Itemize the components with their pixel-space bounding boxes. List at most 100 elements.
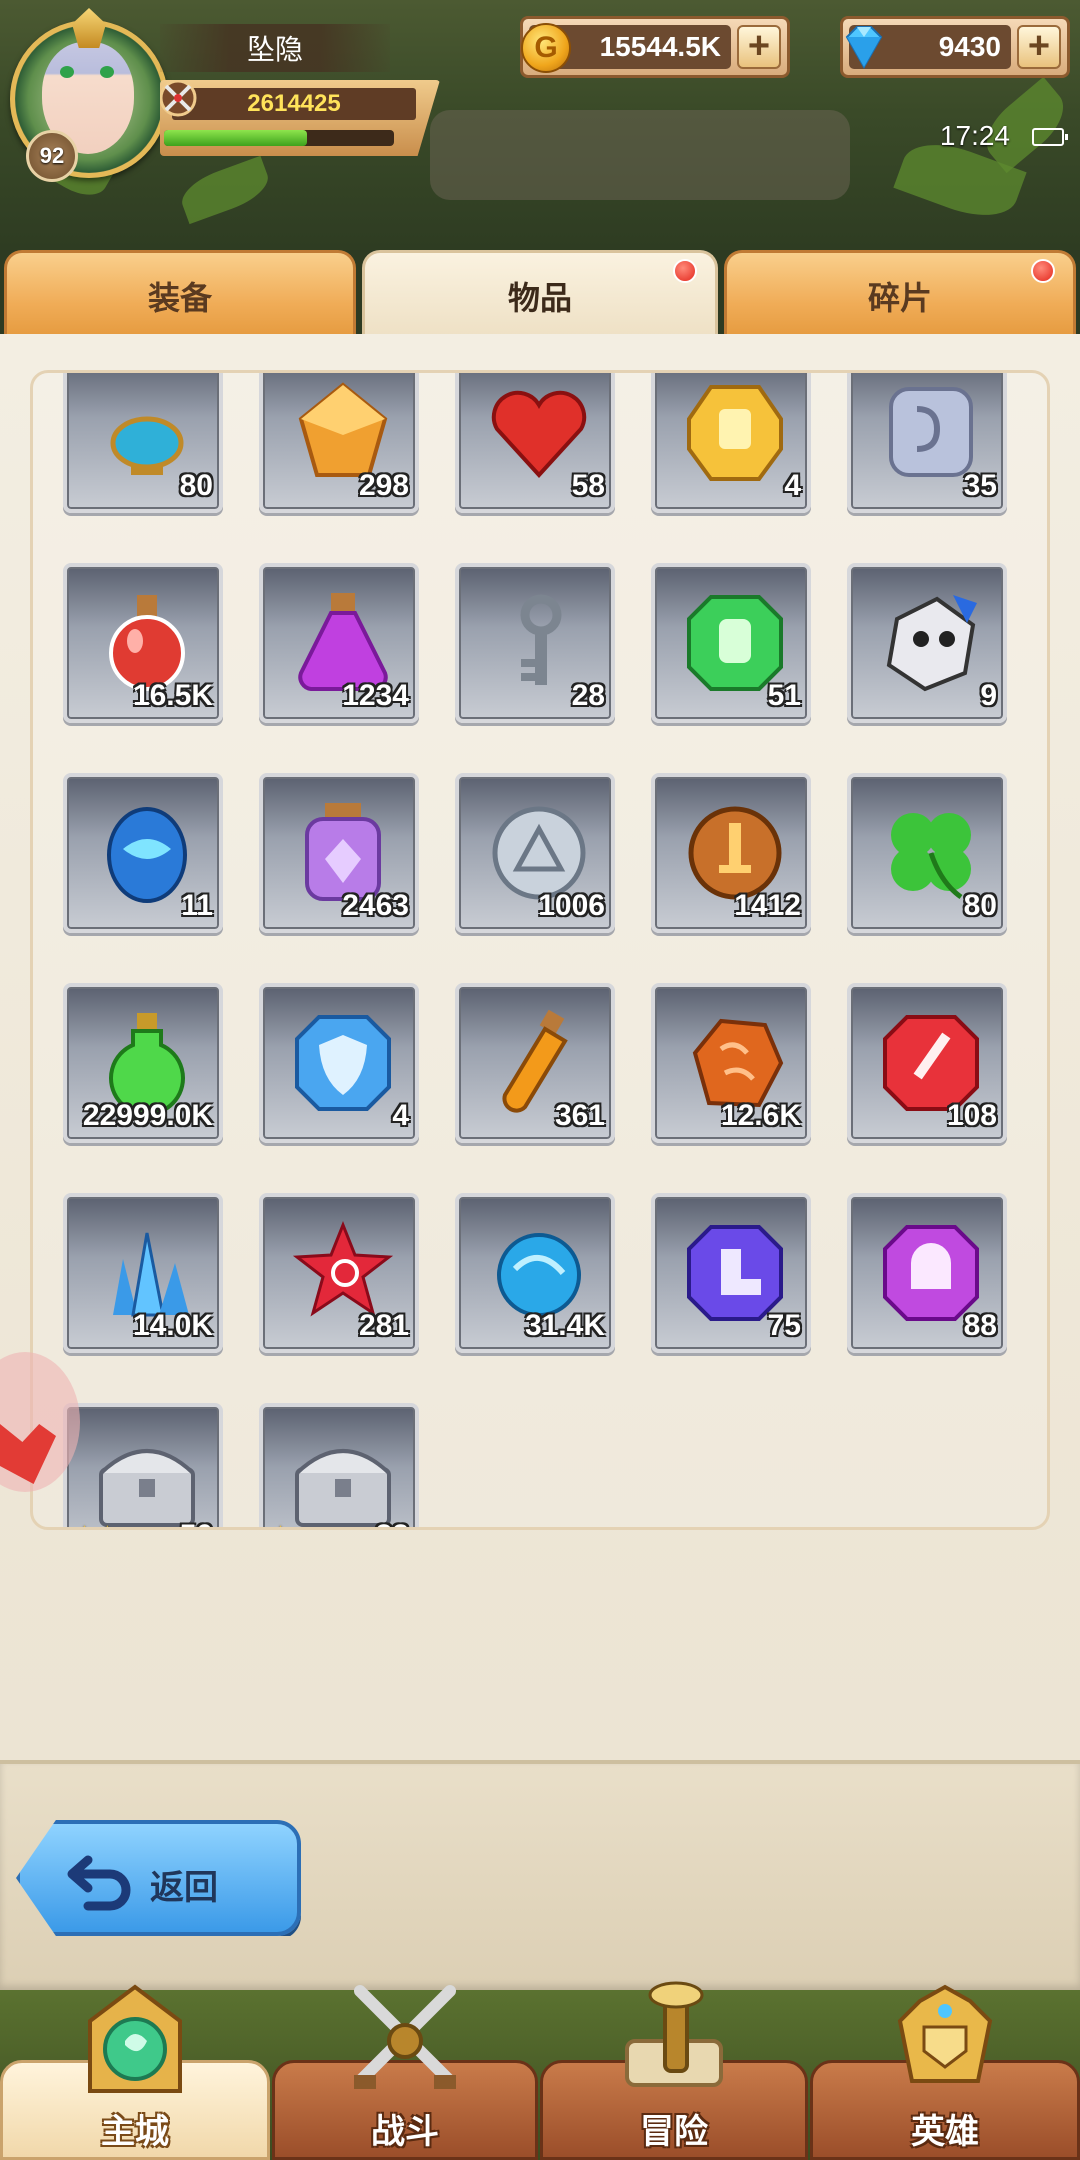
silver-chest-icon: [295, 1449, 391, 1527]
tab-fragments[interactable]: 碎片: [724, 250, 1076, 338]
add-gold-button[interactable]: +: [737, 25, 781, 69]
exp-bar: [164, 130, 394, 146]
top-header: 92 坠隐 2614425 15544.5K G + 9430 + 17:24: [0, 0, 1080, 250]
inventory-item-slot[interactable]: 16.5K: [63, 563, 223, 723]
item-count: 35: [963, 469, 997, 502]
item-count: 361: [554, 1099, 605, 1132]
combat-power-value: 2614425: [172, 88, 416, 120]
item-count: 2463: [342, 889, 409, 922]
nav-battle[interactable]: 战斗: [272, 1985, 538, 2160]
item-grid-frame[interactable]: 80 298 58 4 35 16.5K 1234 28 51 9 11 2463 1006 1412 80…: [30, 370, 1050, 1530]
skull-dice-icon: [886, 595, 977, 692]
gold-counter: 15544.5K G +: [520, 16, 790, 78]
combat-power-bar: 2614425: [160, 80, 440, 156]
back-button[interactable]: 返回: [16, 1820, 301, 1936]
item-count: 58: [571, 469, 605, 502]
gold-armor-gem-icon: [687, 385, 783, 481]
nav-label: 英雄: [911, 2113, 979, 2151]
add-gems-button[interactable]: +: [1017, 25, 1061, 69]
inventory-item-slot[interactable]: 31.4K: [455, 1193, 615, 1353]
tab-label: 装备: [147, 279, 212, 316]
stone-wall: [430, 110, 850, 200]
scroll-map-icon: [625, 1981, 723, 2087]
inventory-item-slot[interactable]: 11: [63, 773, 223, 933]
gold-coin-icon: G: [521, 23, 571, 73]
player-name: 坠隐: [160, 24, 390, 72]
item-count: 75: [767, 1309, 801, 1342]
item-count: 80: [963, 889, 997, 922]
nav-adventure[interactable]: 冒险: [540, 1981, 808, 2160]
inventory-item-slot[interactable]: 14.0K: [63, 1193, 223, 1353]
inventory-item-slot[interactable]: 12.6K: [651, 983, 811, 1143]
inventory-item-slot[interactable]: 4: [259, 983, 419, 1143]
blue-diamond-icon: [845, 26, 883, 70]
inventory-item-slot[interactable]: 1006: [455, 773, 615, 933]
item-count: 9: [980, 679, 997, 712]
silver-chest-icon: [99, 1449, 195, 1527]
nav-label: 战斗: [371, 2113, 439, 2151]
inventory-item-slot[interactable]: ★★ 50: [63, 1403, 223, 1527]
inventory-item-slot[interactable]: 22999.0K: [63, 983, 223, 1143]
avatar-eye: [60, 66, 74, 78]
inventory-item-slot[interactable]: 35: [847, 373, 1007, 513]
tab-label: 物品: [507, 279, 572, 316]
inventory-item-slot[interactable]: 2463: [259, 773, 419, 933]
nav-label: 冒险: [640, 2113, 708, 2151]
back-arrow-icon: [67, 1855, 131, 1911]
item-count: 1234: [342, 679, 409, 712]
inventory-item-slot[interactable]: ★ 32: [259, 1403, 419, 1527]
inventory-tabs: 装备 物品 碎片: [0, 246, 1080, 338]
item-count: 16.5K: [132, 679, 213, 712]
inventory-item-slot[interactable]: 1234: [259, 563, 419, 723]
inventory-item-slot[interactable]: 75: [651, 1193, 811, 1353]
exp-bar-fill: [164, 130, 307, 146]
bottom-navigation: 主城 战斗 冒险 英雄: [0, 1981, 1080, 2160]
notification-dot: [673, 259, 697, 283]
crossed-swords-icon: [354, 1985, 456, 2089]
leaf-decoration: [175, 155, 275, 225]
item-count: 28: [571, 679, 605, 712]
item-count: 14.0K: [132, 1309, 213, 1342]
gem-counter: 9430 +: [840, 16, 1070, 78]
inventory-item-slot[interactable]: 80: [63, 373, 223, 513]
tab-equipment[interactable]: 装备: [4, 250, 356, 338]
inventory-item-slot[interactable]: 361: [455, 983, 615, 1143]
inventory-item-slot[interactable]: 1412: [651, 773, 811, 933]
blue-shield-gem-icon: [295, 1015, 391, 1111]
item-count: 51: [767, 679, 801, 712]
nav-heroes[interactable]: 英雄: [810, 1984, 1080, 2160]
item-count: 4: [784, 469, 801, 502]
item-count: 108: [946, 1099, 997, 1132]
avatar-eye: [100, 66, 114, 78]
item-count: 298: [358, 469, 409, 502]
star-rating: ★★: [71, 1520, 121, 1527]
inventory-item-slot[interactable]: 28: [455, 563, 615, 723]
inventory-item-slot[interactable]: 88: [847, 1193, 1007, 1353]
inventory-item-slot[interactable]: 80: [847, 773, 1007, 933]
star-rating: ★: [267, 1520, 294, 1527]
inventory-item-slot[interactable]: 108: [847, 983, 1007, 1143]
back-button-label: 返回: [150, 1869, 218, 1907]
item-count: 281: [358, 1309, 409, 1342]
item-count: 22999.0K: [82, 1099, 213, 1132]
item-count: 80: [179, 469, 213, 502]
inventory-item-slot[interactable]: 9: [847, 563, 1007, 723]
player-avatar[interactable]: 92: [10, 8, 170, 182]
tab-label: 碎片: [867, 279, 932, 316]
item-count: 31.4K: [524, 1309, 605, 1342]
inventory-item-slot[interactable]: 58: [455, 373, 615, 513]
item-count: 12.6K: [720, 1099, 801, 1132]
tab-items[interactable]: 物品: [362, 250, 718, 338]
nav-label: 主城: [101, 2113, 169, 2151]
inventory-item-slot[interactable]: 51: [651, 563, 811, 723]
item-count: 1412: [734, 889, 801, 922]
inventory-item-slot[interactable]: 298: [259, 373, 419, 513]
item-count: 1006: [538, 889, 605, 922]
item-count: 88: [963, 1309, 997, 1342]
notification-dot: [1031, 259, 1055, 283]
nav-main-city[interactable]: 主城: [0, 1984, 270, 2160]
inventory-panel: 80 298 58 4 35 16.5K 1234 28 51 9 11 2463 1006 1412 80…: [0, 334, 1080, 1760]
inventory-item-slot[interactable]: 281: [259, 1193, 419, 1353]
inventory-item-slot[interactable]: 4: [651, 373, 811, 513]
item-count: 32: [376, 1519, 409, 1527]
